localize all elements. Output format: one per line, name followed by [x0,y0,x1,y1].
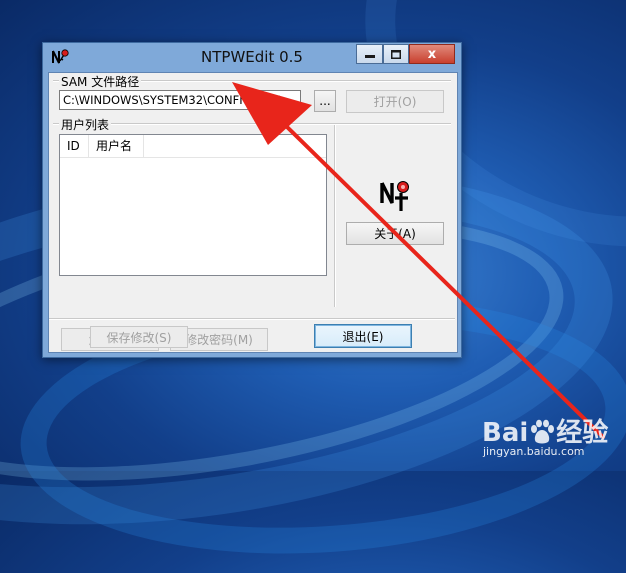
browse-button[interactable]: ... [314,90,336,112]
ntpwedit-logo-icon [380,181,409,211]
watermark-brand-left: Bai [482,418,529,448]
exit-button[interactable]: 退出(E) [314,324,412,348]
bottom-divider [49,318,455,320]
open-button[interactable]: 打开(O) [346,90,444,113]
window-client-area: SAM 文件路径 C:\WINDOWS\SYSTEM32\CONFIG\SAM … [48,72,458,353]
baidu-jingyan-watermark: Bai 经验 jingyan.baidu.com [482,408,622,464]
column-header-username[interactable]: 用户名 [89,135,144,157]
sam-group-label: SAM 文件路径 [59,73,142,90]
watermark-brand-right: 经验 [556,418,609,448]
save-changes-button[interactable]: 保存修改(S) [90,326,188,348]
watermark-url: jingyan.baidu.com [483,445,585,458]
close-icon: x [427,46,437,62]
close-button[interactable]: x [409,44,455,64]
maximize-button[interactable] [383,44,409,64]
user-list-header: ID 用户名 [60,135,326,158]
about-button[interactable]: 关于(A) [346,222,444,245]
minimize-icon [364,55,375,58]
minimize-button[interactable] [356,44,383,64]
vertical-divider [334,125,336,307]
user-list[interactable]: ID 用户名 [59,134,327,276]
ntpwedit-window: NTPWEdit 0.5 x SAM 文件路径 C:\WINDOWS\SYSTE… [42,42,462,358]
user-list-group-label: 用户列表 [59,116,112,133]
baidu-paw-icon [531,419,555,444]
maximize-icon [391,49,401,59]
group-divider [53,123,451,125]
title-bar[interactable]: NTPWEdit 0.5 x [43,43,461,71]
sam-path-input[interactable]: C:\WINDOWS\SYSTEM32\CONFIG\SAM [59,90,301,110]
column-header-id[interactable]: ID [60,135,89,157]
